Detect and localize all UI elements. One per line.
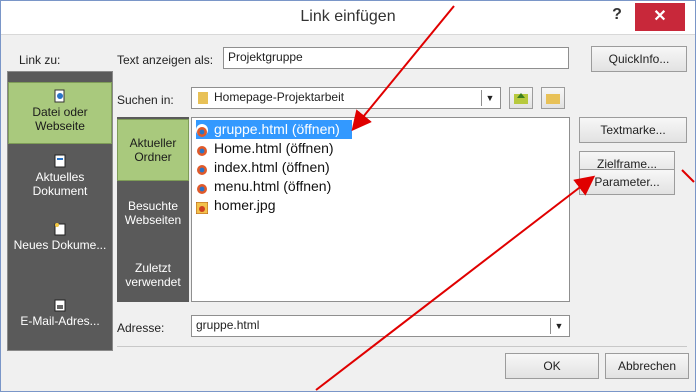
arrow-right-fragment	[681, 169, 695, 183]
annotation-overlay	[315, 5, 695, 391]
arrow-to-file	[351, 5, 455, 132]
arrow-to-zielframe	[315, 175, 596, 391]
